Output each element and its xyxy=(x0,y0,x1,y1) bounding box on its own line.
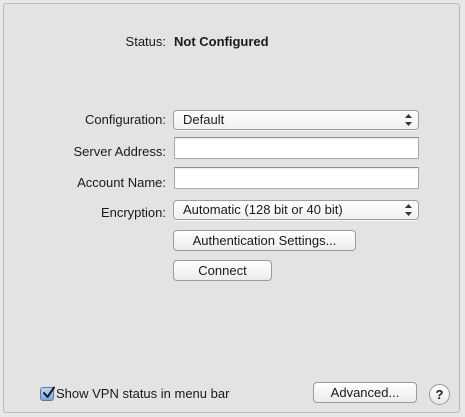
account-name-label: Account Name: xyxy=(77,175,166,190)
account-name-field[interactable] xyxy=(174,167,419,189)
authentication-settings-button[interactable]: Authentication Settings... xyxy=(173,230,356,251)
server-address-label: Server Address: xyxy=(73,144,167,159)
server-address-field[interactable] xyxy=(174,137,419,159)
vpn-settings-panel: Status: Not Configured Configuration: De… xyxy=(3,3,460,413)
encryption-popup[interactable]: Automatic (128 bit or 40 bit) xyxy=(173,200,419,220)
help-button[interactable]: ? xyxy=(429,384,450,405)
configuration-selected: Default xyxy=(183,112,225,127)
encryption-label: Encryption: xyxy=(100,205,166,220)
encryption-selected: Automatic (128 bit or 40 bit) xyxy=(183,202,343,217)
updown-arrows-icon xyxy=(405,114,412,126)
show-vpn-status-label[interactable]: Show VPN status in menu bar xyxy=(56,386,229,402)
connect-button[interactable]: Connect xyxy=(173,260,272,281)
updown-arrows-icon xyxy=(405,204,412,216)
status-label: Status: xyxy=(125,34,166,49)
checkmark-icon xyxy=(43,386,55,398)
show-vpn-status-checkbox[interactable] xyxy=(40,386,55,401)
configuration-popup[interactable]: Default xyxy=(173,110,419,130)
configuration-label: Configuration: xyxy=(85,112,166,127)
advanced-button[interactable]: Advanced... xyxy=(313,382,417,403)
status-value: Not Configured xyxy=(174,34,269,49)
